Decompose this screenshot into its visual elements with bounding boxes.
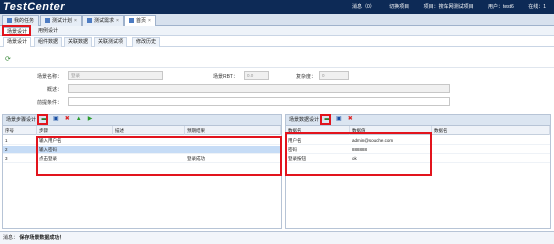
table-row[interactable]: 用户名 admin@souche.com <box>286 137 550 145</box>
tab-test-plan[interactable]: 测试计划 × <box>40 15 82 26</box>
form-toolbar: ⟳ <box>0 47 554 68</box>
row-step: 点击登录 <box>39 156 57 161</box>
tab-component-data[interactable]: 组件数据 <box>34 37 63 47</box>
row-step: 输入用户名 <box>39 138 62 143</box>
data-grid: 数据名 数据值 数据名 用户名 admin@souche.com 密码 8888… <box>286 126 550 228</box>
tab-history[interactable]: 修改历史 <box>132 37 161 47</box>
reuse-field[interactable]: 0 <box>319 71 349 80</box>
desc-label: 概述： <box>46 87 62 93</box>
precond-label: 前提条件： <box>36 100 62 106</box>
row-value: admin@souche.com <box>352 138 394 143</box>
top-bar: TestCenter 消息（0） 切换项目 项目：搜车网测试项目 用户：test… <box>0 0 554 14</box>
reuse-label: 复杂度： <box>295 74 316 80</box>
row-expected: 登录成功 <box>187 156 205 161</box>
col-desc[interactable]: 描述 <box>113 126 185 135</box>
steps-grid-header: 序号 步骤 描述 预期结果 <box>3 126 281 135</box>
app-logo: TestCenter <box>3 1 66 13</box>
home-icon <box>129 18 134 24</box>
tab-bar: 我的任务 测试计划 × 测试需求 × 首页 × <box>0 14 554 26</box>
design-subbar: 场景设计 用例设计 <box>0 26 554 36</box>
steps-grid: 序号 步骤 描述 预期结果 1 输入用户名 2 输入密码 3 点击登录 登录成功 <box>3 126 281 228</box>
status-bar: 消息： 保存场景数据成功！ <box>0 231 554 244</box>
col-step[interactable]: 步骤 <box>37 126 113 135</box>
row-no: 1 <box>5 138 8 143</box>
row-step: 输入密码 <box>39 147 57 152</box>
add-icon[interactable]: ▬ <box>324 116 331 123</box>
row-expected <box>185 137 281 145</box>
col-no[interactable]: 序号 <box>3 126 37 135</box>
tab-related-tests[interactable]: 关联测试项 <box>94 37 128 47</box>
move-up-icon[interactable]: ▲ <box>75 116 82 123</box>
scene-form: 场景名称： 登录 场景RBT： 0.0 复杂度： 0 概述： 前提条件： <box>0 68 554 110</box>
tab-scene-design[interactable]: 场景设计 <box>3 27 32 36</box>
table-row[interactable]: 2 输入密码 <box>3 146 281 154</box>
data-panel: 场景数据设计 ▬ ▣ ✖ 数据名 数据值 数据名 用户名 admin@souch… <box>285 114 551 229</box>
close-icon[interactable]: × <box>116 18 119 24</box>
add-icon[interactable]: ▬ <box>41 116 48 123</box>
scene-name-label: 场景名称： <box>36 74 62 80</box>
delete-icon[interactable]: ✖ <box>347 116 354 123</box>
save-icon[interactable]: ▣ <box>335 116 342 123</box>
steps-panel-title: 场景步骤设计 <box>6 117 37 123</box>
user-label: 用户：test6 <box>487 4 514 10</box>
col-expected[interactable]: 预期结果 <box>185 126 281 135</box>
top-nav: 消息（0） 切换项目 项目：搜车网测试项目 用户：test6 在线：1 <box>339 0 546 14</box>
row-no: 2 <box>5 147 8 152</box>
data-toolbar: ▬ ▣ ✖ <box>324 116 357 125</box>
data-grid-header: 数据名 数据值 数据名 <box>286 126 550 135</box>
scene-subbar: 场景设计 组件数据 关联数据 关联测试项 修改历史 <box>0 36 554 47</box>
move-down-icon[interactable]: ▶ <box>87 116 94 123</box>
row-no: 3 <box>5 156 8 161</box>
close-icon[interactable]: × <box>148 18 151 24</box>
delete-icon[interactable]: ✖ <box>64 116 71 123</box>
tasks-icon <box>7 18 12 24</box>
save-icon[interactable]: ▣ <box>52 116 59 123</box>
status-message: 保存场景数据成功！ <box>19 235 65 241</box>
row-value: 888888 <box>352 147 368 152</box>
table-row[interactable]: 3 点击登录 登录成功 <box>3 155 281 163</box>
table-row[interactable]: 密码 888888 <box>286 146 550 154</box>
row-name: 密码 <box>288 147 297 152</box>
precond-field[interactable] <box>68 97 450 106</box>
data-panel-title: 场景数据设计 <box>289 117 320 123</box>
close-icon[interactable]: × <box>74 18 77 24</box>
col-data-name[interactable]: 数据名 <box>286 126 350 135</box>
row-expected <box>185 146 281 154</box>
scene-name-field[interactable]: 登录 <box>68 71 163 80</box>
row-name: 登录按钮 <box>288 156 306 161</box>
row-desc <box>113 146 185 154</box>
refresh-icon[interactable]: ⟳ <box>5 55 11 63</box>
tab-case-design[interactable]: 用例设计 <box>35 27 61 36</box>
col-data-value[interactable]: 数据值 <box>350 126 432 135</box>
desc-field[interactable] <box>68 84 450 93</box>
row-value: ok <box>352 156 357 161</box>
col-data-name-2[interactable]: 数据名 <box>432 126 550 135</box>
steps-panel: 场景步骤设计 ▬ ▣ ✖ ▲ ▶ 序号 步骤 描述 预期结果 1 输入用户名 2… <box>2 114 282 229</box>
steps-toolbar: ▬ ▣ ✖ ▲ ▶ <box>41 116 97 125</box>
scene-id-label: 场景RBT： <box>212 74 238 80</box>
tab-scene-design-inner[interactable]: 场景设计 <box>3 37 32 47</box>
status-label: 消息： <box>3 235 19 241</box>
tab-my-tasks[interactable]: 我的任务 <box>2 15 40 26</box>
row-desc <box>113 137 185 145</box>
row-name: 用户名 <box>288 138 302 143</box>
table-row[interactable]: 登录按钮 ok <box>286 155 550 163</box>
tab-home[interactable]: 首页 × <box>124 15 156 26</box>
tab-related-data[interactable]: 关联数据 <box>64 37 93 47</box>
messages-link[interactable]: 消息（0） <box>352 4 375 10</box>
table-row[interactable]: 1 输入用户名 <box>3 137 281 145</box>
requirements-icon <box>87 18 92 24</box>
tab-requirements[interactable]: 测试需求 × <box>82 15 124 26</box>
scene-id-field[interactable]: 0.0 <box>244 71 269 80</box>
plan-icon <box>45 18 50 24</box>
row-desc <box>113 155 185 163</box>
project-label: 项目：搜车网测试项目 <box>423 4 474 10</box>
switch-project-link[interactable]: 切换项目 <box>389 4 409 10</box>
online-count: 在线：1 <box>528 4 546 10</box>
